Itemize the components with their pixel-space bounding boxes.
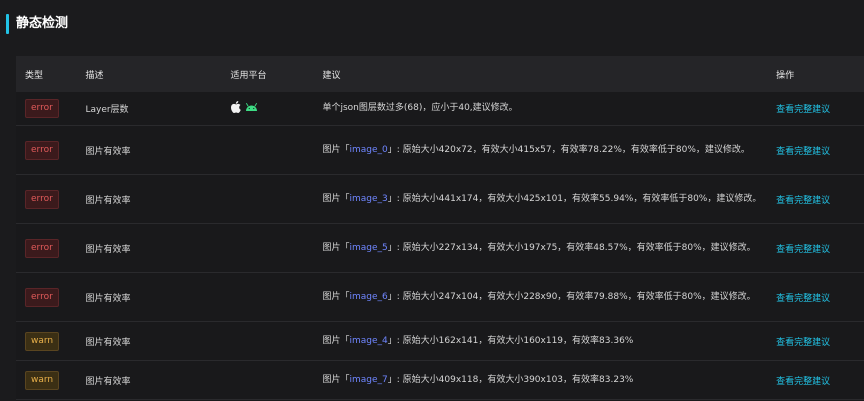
row-description: Layer层数 xyxy=(85,92,231,126)
platform-cell xyxy=(230,223,323,273)
platform-cell xyxy=(230,125,323,175)
row-description: 图片有效率 xyxy=(85,125,231,175)
row-advice: 图片「image_4」: 原始大小162x141，有效大小160x119，有效率… xyxy=(322,321,777,361)
view-full-advice-link[interactable]: 查看完整建议 xyxy=(776,338,830,348)
image-name: image_5 xyxy=(349,242,388,253)
results-table-container: 类型 描述 适用平台 建议 操作 error Layer层数 单个json图层数… xyxy=(16,56,864,401)
section-header: 静态检测 xyxy=(0,0,864,46)
column-header-platform: 适用平台 xyxy=(230,56,323,92)
warn-badge: warn xyxy=(25,331,60,351)
row-advice: 图片「image_0」: 原始大小420x72，有效大小415x57，有效率78… xyxy=(322,125,777,175)
image-name: image_7 xyxy=(349,374,388,385)
error-badge: error xyxy=(25,238,59,258)
page-title: 静态检测 xyxy=(16,16,69,31)
platform-icons xyxy=(230,101,258,113)
platform-cell xyxy=(230,272,323,322)
view-full-advice-link[interactable]: 查看完整建议 xyxy=(776,105,830,115)
table-row: warn 图片有效率 图片「image_4」: 原始大小162x141，有效大小… xyxy=(16,321,864,361)
warn-badge: warn xyxy=(25,370,60,390)
table-row: error 图片有效率 图片「image_3」: 原始大小441x174，有效大… xyxy=(16,174,864,224)
column-header-type: 类型 xyxy=(16,56,86,92)
table-row: warn 图片有效率 图片「image_7」: 原始大小409x118，有效大小… xyxy=(16,360,864,400)
image-name: image_6 xyxy=(349,291,388,302)
platform-cell xyxy=(230,174,323,224)
column-header-op: 操作 xyxy=(776,56,864,92)
error-badge: error xyxy=(25,99,59,118)
row-advice: 图片「image_3」: 原始大小441x174，有效大小425x101，有效率… xyxy=(322,174,777,224)
row-advice: 图片「image_7」: 原始大小409x118，有效大小390x103，有效率… xyxy=(322,360,777,400)
image-name: image_0 xyxy=(349,144,388,155)
image-name: image_4 xyxy=(349,335,388,346)
table-row: error Layer层数 单个json图层数过多(68)，应小于40,建议修改… xyxy=(16,92,864,126)
header-accent-bar xyxy=(6,14,9,34)
view-full-advice-link[interactable]: 查看完整建议 xyxy=(776,147,830,157)
row-advice: 单个json图层数过多(68)，应小于40,建议修改。 xyxy=(322,92,777,126)
row-description: 图片有效率 xyxy=(85,223,231,273)
error-badge: error xyxy=(25,189,59,209)
row-description: 图片有效率 xyxy=(85,321,231,361)
table-row: error 图片有效率 图片「image_5」: 原始大小227x134，有效大… xyxy=(16,223,864,273)
apple-icon xyxy=(230,101,241,113)
platform-cell xyxy=(230,360,323,400)
error-badge: error xyxy=(25,140,59,160)
column-header-advice: 建议 xyxy=(322,56,777,92)
results-table: 类型 描述 适用平台 建议 操作 error Layer层数 单个json图层数… xyxy=(16,56,864,400)
android-icon xyxy=(245,102,258,112)
view-full-advice-link[interactable]: 查看完整建议 xyxy=(776,294,830,304)
table-row: error 图片有效率 图片「image_0」: 原始大小420x72，有效大小… xyxy=(16,125,864,175)
row-description: 图片有效率 xyxy=(85,174,231,224)
view-full-advice-link[interactable]: 查看完整建议 xyxy=(776,196,830,206)
view-full-advice-link[interactable]: 查看完整建议 xyxy=(776,377,830,387)
table-header-row: 类型 描述 适用平台 建议 操作 xyxy=(16,56,864,92)
image-name: image_3 xyxy=(349,193,388,204)
column-header-desc: 描述 xyxy=(85,56,231,92)
table-row: error 图片有效率 图片「image_6」: 原始大小247x104，有效大… xyxy=(16,272,864,322)
row-description: 图片有效率 xyxy=(85,272,231,322)
row-description: 图片有效率 xyxy=(85,360,231,400)
view-full-advice-link[interactable]: 查看完整建议 xyxy=(776,245,830,255)
static-check-page: 静态检测 类型 描述 适用平台 建议 操作 error Layer层数 单个js… xyxy=(0,0,864,401)
row-advice: 图片「image_5」: 原始大小227x134，有效大小197x75，有效率4… xyxy=(322,223,777,273)
platform-cell xyxy=(230,321,323,361)
error-badge: error xyxy=(25,287,59,307)
row-advice: 图片「image_6」: 原始大小247x104，有效大小228x90，有效率7… xyxy=(322,272,777,322)
